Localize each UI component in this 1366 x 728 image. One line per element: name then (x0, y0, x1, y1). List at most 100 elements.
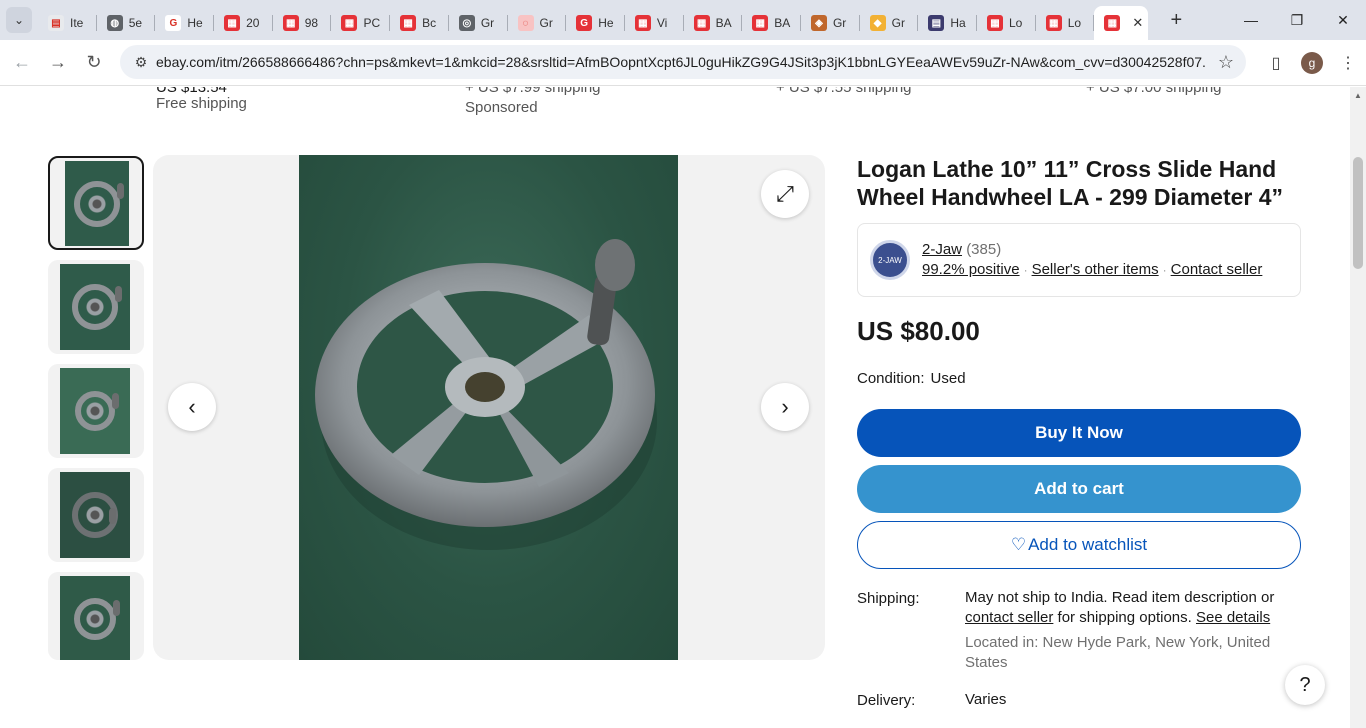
tab-search-button[interactable]: ⌄ (6, 7, 32, 33)
add-to-watchlist-button[interactable]: ♡ Add to watchlist (857, 521, 1301, 569)
tab-favicon-icon: ▦ (634, 15, 651, 31)
item-location: Located in: New Hyde Park, New York, Uni… (965, 634, 1271, 671)
tab-favicon-icon: ▦ (1045, 15, 1062, 31)
seller-feedback-count: (385) (966, 241, 1002, 258)
tab-favicon-icon: ◎ (458, 15, 475, 31)
reload-button[interactable]: ↻ (76, 45, 112, 81)
tab-title: Gr (891, 16, 905, 30)
restore-button[interactable]: ❐ (1274, 0, 1320, 40)
next-image-button[interactable]: › (761, 383, 809, 431)
tab-title: BA (715, 16, 732, 30)
tab-title: Gr (480, 16, 495, 30)
tab-title: Gr (832, 16, 847, 30)
tab-favicon-icon: ▦ (693, 15, 710, 31)
tab-title: Bc (422, 16, 437, 30)
thumbnail-5[interactable] (48, 572, 144, 660)
tab-title: Lo (1009, 16, 1023, 30)
browser-menu-icon[interactable]: ⋮ (1330, 45, 1366, 81)
shipping-text-1: May not ship to India. Read item descrip… (965, 589, 1275, 606)
tab-favicon-icon: ▤ (48, 15, 64, 31)
add-to-watchlist-label: Add to watchlist (1028, 535, 1148, 554)
seller-name-link[interactable]: 2-Jaw (922, 241, 962, 258)
thumbnail-2[interactable] (48, 260, 144, 354)
tab-favicon-icon: ▦ (224, 15, 241, 31)
forward-button[interactable]: → (40, 45, 76, 81)
main-product-photo[interactable] (299, 155, 678, 660)
shipping-details: May not ship to India. Read item descrip… (965, 588, 1290, 628)
close-window-button[interactable]: ✕ (1320, 0, 1366, 40)
browser-tab[interactable]: ▦ BA (742, 6, 801, 40)
browser-tab[interactable]: ◆ Gr (860, 6, 919, 40)
new-tab-button[interactable]: + (1162, 6, 1190, 34)
browser-tab[interactable]: ◈ Gr (801, 6, 860, 40)
bookmark-star-icon[interactable]: ☆ (1218, 52, 1234, 73)
browser-toolbar: ← → ↻ ⚙ ebay.com/itm/266588666486?chn=ps… (0, 40, 1366, 86)
browser-tab[interactable]: ▦ Lo (1036, 6, 1095, 40)
browser-tab[interactable]: ▦ Bc (390, 6, 449, 40)
side-panel-icon[interactable]: ▯ (1258, 45, 1294, 81)
tab-title: Ha (950, 16, 966, 30)
browser-tab[interactable]: ▤ Ite (38, 6, 97, 40)
tab-favicon-icon: ◌ (517, 15, 534, 31)
url-text[interactable]: ebay.com/itm/266588666486?chn=ps&mkevt=1… (156, 54, 1206, 70)
minimize-button[interactable]: — (1228, 0, 1274, 40)
browser-tab[interactable]: G He (155, 6, 214, 40)
contact-seller-link[interactable]: Contact seller (1171, 261, 1263, 278)
buy-it-now-button[interactable]: Buy It Now (857, 409, 1301, 457)
add-to-cart-button[interactable]: Add to cart (857, 465, 1301, 513)
thumbnail-4[interactable] (48, 468, 144, 562)
scrollbar-thumb[interactable] (1353, 157, 1363, 269)
browser-tab[interactable]: ▦ 20 (214, 6, 273, 40)
address-bar[interactable]: ⚙ ebay.com/itm/266588666486?chn=ps&mkevt… (120, 45, 1246, 79)
browser-tab[interactable]: ▦ Lo (977, 6, 1036, 40)
thumbnail-1[interactable] (48, 156, 144, 250)
seller-name-row: 2-Jaw (385) (922, 241, 1001, 258)
heart-icon: ♡ (1010, 535, 1027, 554)
related-item-3-shipping: + US $7.55 shipping (776, 87, 912, 96)
browser-tab[interactable]: ▦ PC (331, 6, 390, 40)
scroll-up-arrow[interactable]: ▲ (1354, 91, 1362, 100)
tab-favicon-icon: ▦ (400, 15, 417, 31)
tab-favicon-icon: ◍ (106, 15, 123, 31)
browser-tab[interactable]: ◌ Gr (508, 6, 567, 40)
seller-other-items-link[interactable]: Seller's other items (1032, 261, 1159, 278)
tab-title: He (598, 16, 614, 30)
tab-title: Lo (1067, 16, 1082, 30)
see-details-link[interactable]: See details (1196, 609, 1270, 626)
main-image-viewer[interactable]: ⤢ ‹ › (153, 155, 825, 660)
tab-favicon-icon: ▦ (752, 15, 769, 31)
tab-favicon-icon: G (576, 15, 593, 31)
profile-avatar[interactable]: g (1301, 52, 1323, 74)
browser-tab[interactable]: G He (566, 6, 625, 40)
tab-title: BA (774, 16, 791, 30)
toolbar-right: ▯ g ⋮ (1258, 40, 1366, 86)
help-button[interactable]: ? (1285, 665, 1325, 705)
page-scrollbar[interactable]: ▲ (1350, 87, 1366, 728)
thumbnail-3[interactable] (48, 364, 144, 458)
seller-positive-feedback-link[interactable]: 99.2% positive (922, 261, 1020, 278)
browser-tab[interactable]: ▦ Vi (625, 6, 684, 40)
seller-logo[interactable]: 2-JAW (870, 240, 910, 280)
shipping-contact-seller-link[interactable]: contact seller (965, 609, 1053, 626)
browser-tab[interactable]: ▤ Ha (918, 6, 977, 40)
back-button[interactable]: ← (4, 45, 40, 81)
tab-title: Ite (70, 16, 84, 30)
previous-image-button[interactable]: ‹ (168, 383, 216, 431)
site-info-icon[interactable]: ⚙ (126, 54, 156, 71)
expand-icon[interactable]: ⤢ (761, 170, 809, 218)
tab-favicon-icon: ◈ (810, 15, 827, 31)
condition-label: Condition: (857, 370, 925, 387)
delivery-label: Delivery: (857, 692, 916, 709)
close-tab-icon[interactable]: ✕ (1132, 15, 1143, 31)
tab-favicon-icon: ▦ (282, 15, 299, 31)
active-browser-tab[interactable]: ▦ ✕ (1094, 6, 1149, 40)
browser-tab[interactable]: ▦ BA (684, 6, 743, 40)
browser-tab[interactable]: ◍ 5e (97, 6, 156, 40)
condition-value: Used (930, 370, 966, 387)
related-item-2-sponsored: Sponsored (465, 99, 538, 116)
page-content: US $13.54 Free shipping + US $7.99 shipp… (0, 87, 1350, 728)
tab-title: 20 (246, 16, 260, 30)
browser-tab[interactable]: ◎ Gr (449, 6, 508, 40)
browser-tab[interactable]: ▦ 98 (273, 6, 332, 40)
tab-favicon-icon: ▤ (928, 15, 945, 31)
